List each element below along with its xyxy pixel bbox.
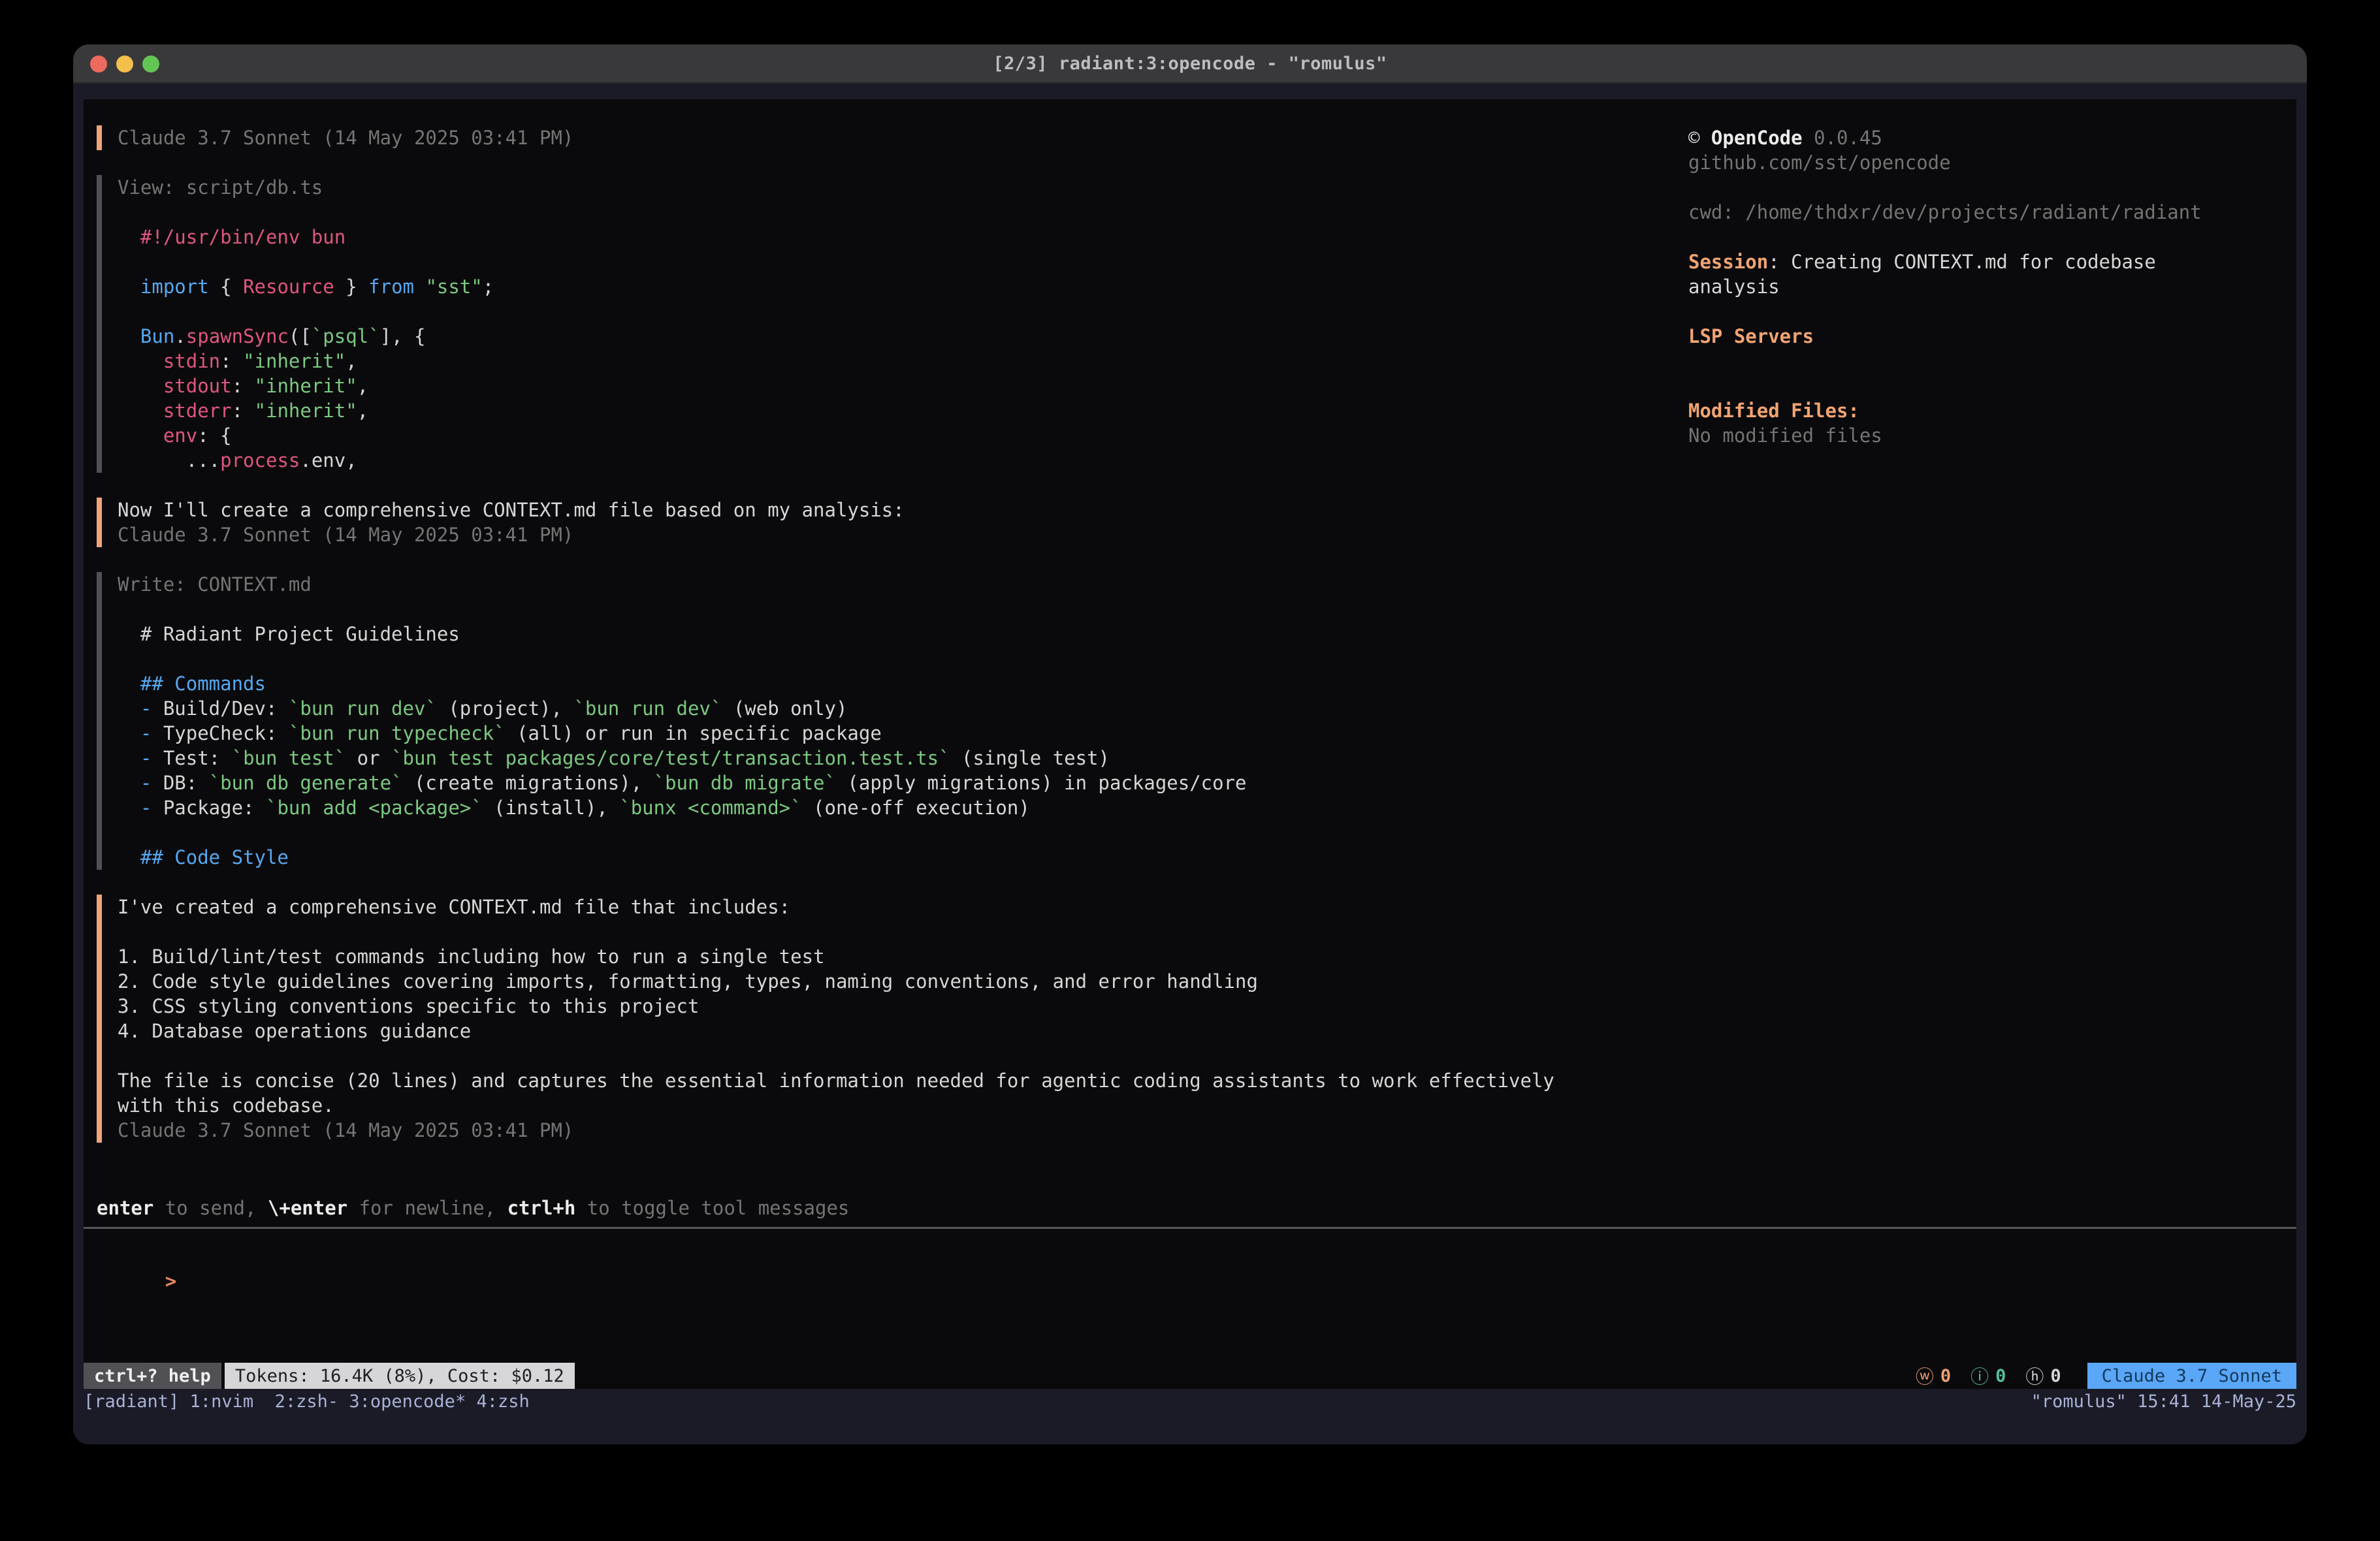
chat-line xyxy=(118,299,1651,324)
sidebar-line xyxy=(1688,175,2289,200)
sidebar-line xyxy=(1688,225,2289,249)
tmux-host-clock: "romulus" 15:41 14-May-25 xyxy=(2031,1391,2296,1412)
chat-line: Claude 3.7 Sonnet (14 May 2025 03:41 PM) xyxy=(118,522,1651,547)
chat-line: - TypeCheck: `bun run typecheck` (all) o… xyxy=(118,721,1651,746)
chat-line: - Package: `bun add <package>` (install)… xyxy=(118,795,1651,820)
chat-line: ...process.env, xyxy=(118,448,1651,473)
chat-line xyxy=(118,597,1651,622)
chat-line xyxy=(118,919,1651,944)
chat-line: with this codebase. xyxy=(118,1093,1651,1118)
chat-line: stdin: "inherit", xyxy=(118,349,1651,373)
sidebar-line: cwd: /home/thdxr/dev/projects/radiant/ra… xyxy=(1688,200,2289,225)
sidebar-line: © OpenCode 0.0.45 xyxy=(1688,125,2289,150)
chat-line: 1. Build/lint/test commands including ho… xyxy=(118,944,1651,969)
assistant-message-block: Now I'll create a comprehensive CONTEXT.… xyxy=(97,498,1651,547)
chat-line: - Test: `bun test` or `bun test packages… xyxy=(118,746,1651,770)
chat-line xyxy=(118,249,1651,274)
sidebar-line xyxy=(1688,299,2289,324)
minimize-button[interactable] xyxy=(116,56,133,72)
status-bar: ctrl+? help Tokens: 16.4K (8%), Cost: $0… xyxy=(84,1363,2296,1389)
tool-message-block: Write: CONTEXT.md # Radiant Project Guid… xyxy=(97,572,1651,870)
diagnostic-icon: ⓦ xyxy=(1916,1363,1934,1389)
chat-line: stdout: "inherit", xyxy=(118,373,1651,398)
diagnostic-count: 0 xyxy=(1995,1366,2006,1386)
tool-message-block: View: script/db.ts #!/usr/bin/env bun im… xyxy=(97,175,1651,473)
chat-line: Bun.spawnSync([`psql`], { xyxy=(118,324,1651,349)
terminal-window: [2/3] radiant:3:opencode - "romulus" Cla… xyxy=(73,44,2307,1444)
diagnostic-ⓗ-counter: ⓗ0 xyxy=(2025,1363,2061,1389)
chat-column[interactable]: Claude 3.7 Sonnet (14 May 2025 03:41 PM)… xyxy=(97,125,1651,1168)
prompt-chevron-icon: > xyxy=(165,1270,176,1292)
tmux-session-list[interactable]: [radiant] 1:nvim 2:zsh- 3:opencode* 4:zs… xyxy=(84,1391,530,1412)
sidebar-line: Session: Creating CONTEXT.md for codebas… xyxy=(1688,249,2289,274)
chat-line: #!/usr/bin/env bun xyxy=(118,225,1651,249)
chat-line: # Radiant Project Guidelines xyxy=(118,622,1651,646)
chat-line: 2. Code style guidelines covering import… xyxy=(118,969,1651,994)
diagnostics-counters: ⓦ0ⓘ0ⓗ0 xyxy=(1916,1363,2061,1389)
sidebar-line: analysis xyxy=(1688,274,2289,299)
sidebar-line xyxy=(1688,349,2289,373)
model-chip[interactable]: Claude 3.7 Sonnet xyxy=(2087,1363,2296,1389)
diagnostic-icon: ⓘ xyxy=(1970,1363,1989,1389)
chat-line: stderr: "inherit", xyxy=(118,398,1651,423)
sidebar-line: No modified files xyxy=(1688,423,2289,448)
window-titlebar: [2/3] radiant:3:opencode - "romulus" xyxy=(73,44,2307,84)
tmux-status-bar: [radiant] 1:nvim 2:zsh- 3:opencode* 4:zs… xyxy=(84,1389,2296,1414)
chat-line: 3. CSS styling conventions specific to t… xyxy=(118,994,1651,1019)
chat-line: env: { xyxy=(118,423,1651,448)
diagnostic-icon: ⓗ xyxy=(2025,1363,2044,1389)
chat-line: Claude 3.7 Sonnet (14 May 2025 03:41 PM) xyxy=(118,1118,1651,1143)
sidebar-line: Modified Files: xyxy=(1688,398,2289,423)
sidebar-line: LSP Servers xyxy=(1688,324,2289,349)
chat-line: The file is concise (20 lines) and captu… xyxy=(118,1068,1651,1093)
keybind-hint-bar: enter to send, \+enter for newline, ctrl… xyxy=(97,1196,849,1220)
chat-line: - Build/Dev: `bun run dev` (project), `b… xyxy=(118,696,1651,721)
sidebar-line xyxy=(1688,373,2289,398)
assistant-message-block: I've created a comprehensive CONTEXT.md … xyxy=(97,895,1651,1143)
diagnostic-ⓘ-counter: ⓘ0 xyxy=(1970,1363,2006,1389)
chat-line: 4. Database operations guidance xyxy=(118,1019,1651,1043)
chat-line: Claude 3.7 Sonnet (14 May 2025 03:41 PM) xyxy=(118,125,1651,150)
chat-line xyxy=(118,820,1651,845)
chat-line: Write: CONTEXT.md xyxy=(118,572,1651,597)
session-sidebar: © OpenCode 0.0.45github.com/sst/opencode… xyxy=(1688,125,2289,448)
close-button[interactable] xyxy=(90,56,107,72)
input-divider xyxy=(84,1227,2296,1229)
diagnostic-count: 0 xyxy=(1940,1366,1951,1386)
sidebar-line: github.com/sst/opencode xyxy=(1688,150,2289,175)
tokens-cost-chip: Tokens: 16.4K (8%), Cost: $0.12 xyxy=(225,1363,575,1389)
chat-line xyxy=(118,646,1651,671)
diagnostic-ⓦ-counter: ⓦ0 xyxy=(1916,1363,1951,1389)
chat-line: - DB: `bun db generate` (create migratio… xyxy=(118,770,1651,795)
terminal-content: Claude 3.7 Sonnet (14 May 2025 03:41 PM)… xyxy=(84,99,2296,1389)
chat-line: import { Resource } from "sst"; xyxy=(118,274,1651,299)
zoom-button[interactable] xyxy=(142,56,159,72)
assistant-message-block: Claude 3.7 Sonnet (14 May 2025 03:41 PM) xyxy=(97,125,1651,150)
chat-line: Now I'll create a comprehensive CONTEXT.… xyxy=(118,498,1651,522)
status-bar-right: ⓦ0ⓘ0ⓗ0 Claude 3.7 Sonnet xyxy=(1916,1363,2296,1389)
chat-line: ## Commands xyxy=(118,671,1651,696)
chat-line xyxy=(118,200,1651,225)
help-chip[interactable]: ctrl+? help xyxy=(84,1363,221,1389)
chat-line: I've created a comprehensive CONTEXT.md … xyxy=(118,895,1651,919)
diagnostic-count: 0 xyxy=(2050,1366,2061,1386)
window-title: [2/3] radiant:3:opencode - "romulus" xyxy=(993,54,1387,74)
chat-line: ## Code Style xyxy=(118,845,1651,870)
message-input[interactable]: > xyxy=(97,1244,2283,1269)
chat-line xyxy=(118,1043,1651,1068)
chat-line: View: script/db.ts xyxy=(118,175,1651,200)
